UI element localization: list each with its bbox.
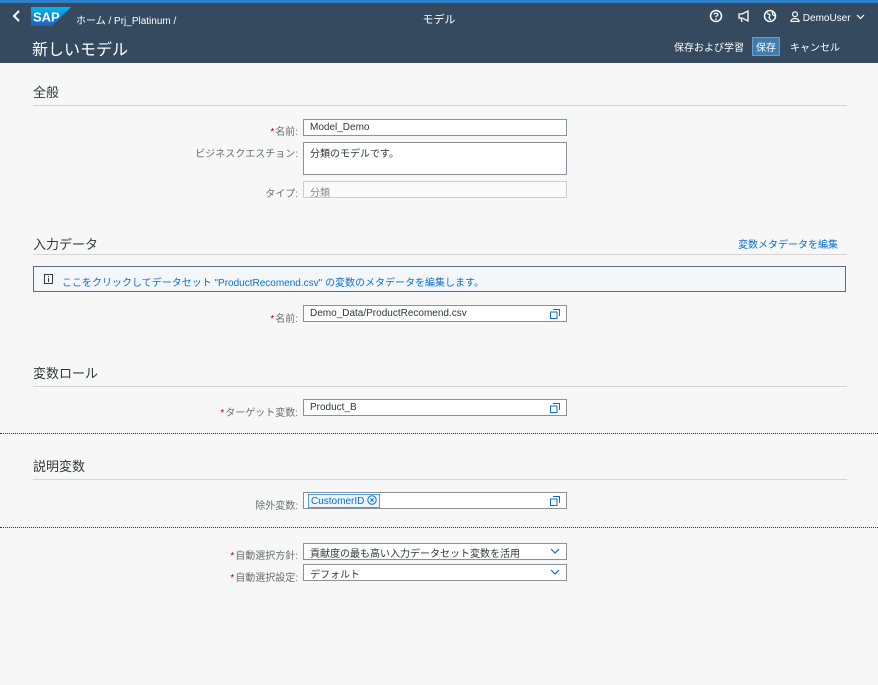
info-message-strip[interactable]: ここをクリックしてデータセット "ProductRecomend.csv" の変…	[33, 266, 846, 292]
auto-selection-setting-value: デフォルト	[310, 570, 360, 581]
variable-token[interactable]: CustomerID	[308, 494, 381, 508]
auto-selection-setting-select[interactable]: デフォルト	[303, 564, 567, 581]
section-title-explanatory-variables: 説明変数	[33, 459, 86, 474]
info-icon	[44, 274, 53, 284]
cancel-button[interactable]: キャンセル	[790, 39, 840, 54]
help-icon[interactable]	[709, 9, 723, 23]
dataset-name-label: *名前:	[270, 314, 298, 325]
page-title: 新しいモデル	[32, 42, 129, 59]
auto-selection-setting-label: *自動選択設定:	[230, 573, 298, 584]
chevron-down-icon	[550, 548, 560, 554]
user-menu[interactable]: DemoUser	[790, 11, 865, 24]
user-name: DemoUser	[802, 13, 851, 24]
sap-logo[interactable]: SAP	[31, 7, 71, 26]
dataset-name-input[interactable]: Demo_Data/ProductRecomend.csv	[303, 305, 567, 322]
chevron-down-icon	[856, 14, 865, 20]
chevron-down-icon	[550, 569, 560, 575]
user-icon	[790, 11, 800, 23]
globe-icon[interactable]	[763, 9, 777, 23]
save-and-train-button[interactable]: 保存および学習	[674, 39, 744, 54]
remove-token-icon[interactable]	[367, 495, 377, 505]
name-label: *名前:	[270, 127, 298, 138]
section-title-general: 全般	[33, 85, 60, 100]
section-divider	[33, 479, 847, 480]
auto-selection-policy-label: *自動選択方針:	[230, 551, 298, 562]
target-variable-label: *ターゲット変数:	[220, 408, 298, 419]
panel-divider	[0, 433, 878, 434]
excluded-variables-label: 除外変数:	[255, 501, 298, 512]
panel-divider	[0, 527, 878, 528]
megaphone-icon[interactable]	[737, 9, 751, 23]
value-help-icon[interactable]	[550, 496, 560, 506]
token-label: CustomerID	[311, 496, 365, 507]
auto-selection-policy-value: 貢献度の最も高い入力データセット変数を活用	[310, 549, 520, 560]
business-question-label: ビジネスクエスチョン:	[195, 149, 298, 160]
type-field: 分類	[303, 181, 567, 198]
excluded-variables-input[interactable]: CustomerID	[303, 492, 567, 509]
shell-bar: SAP ホーム / Prj_Platinum / モデル DemoUser	[0, 0, 878, 30]
section-divider	[33, 105, 847, 106]
value-help-icon[interactable]	[550, 403, 560, 413]
save-button[interactable]: 保存	[752, 37, 780, 56]
value-help-icon[interactable]	[550, 309, 560, 319]
target-variable-value: Product_B	[310, 402, 357, 413]
svg-text:SAP: SAP	[33, 10, 60, 25]
section-title-variable-roles: 変数ロール	[33, 366, 99, 381]
business-question-textarea[interactable]: 分類のモデルです。	[303, 142, 567, 175]
edit-variable-metadata-link[interactable]: 変数メタデータを編集	[738, 236, 838, 251]
info-message-text: ここをクリックしてデータセット "ProductRecomend.csv" の変…	[62, 278, 484, 289]
section-divider	[33, 254, 847, 255]
target-variable-input[interactable]: Product_B	[303, 399, 567, 416]
auto-selection-policy-select[interactable]: 貢献度の最も高い入力データセット変数を活用	[303, 543, 567, 560]
breadcrumb[interactable]: ホーム / Prj_Platinum /	[76, 12, 176, 27]
dataset-name-value: Demo_Data/ProductRecomend.csv	[310, 308, 467, 319]
page-header: 新しいモデル 保存および学習 保存 キャンセル	[0, 30, 878, 63]
model-name-input[interactable]: Model_Demo	[303, 119, 567, 136]
section-title-input-data: 入力データ	[33, 237, 99, 252]
type-label: タイプ:	[265, 189, 298, 200]
back-icon[interactable]	[10, 9, 24, 23]
section-divider	[33, 386, 847, 387]
